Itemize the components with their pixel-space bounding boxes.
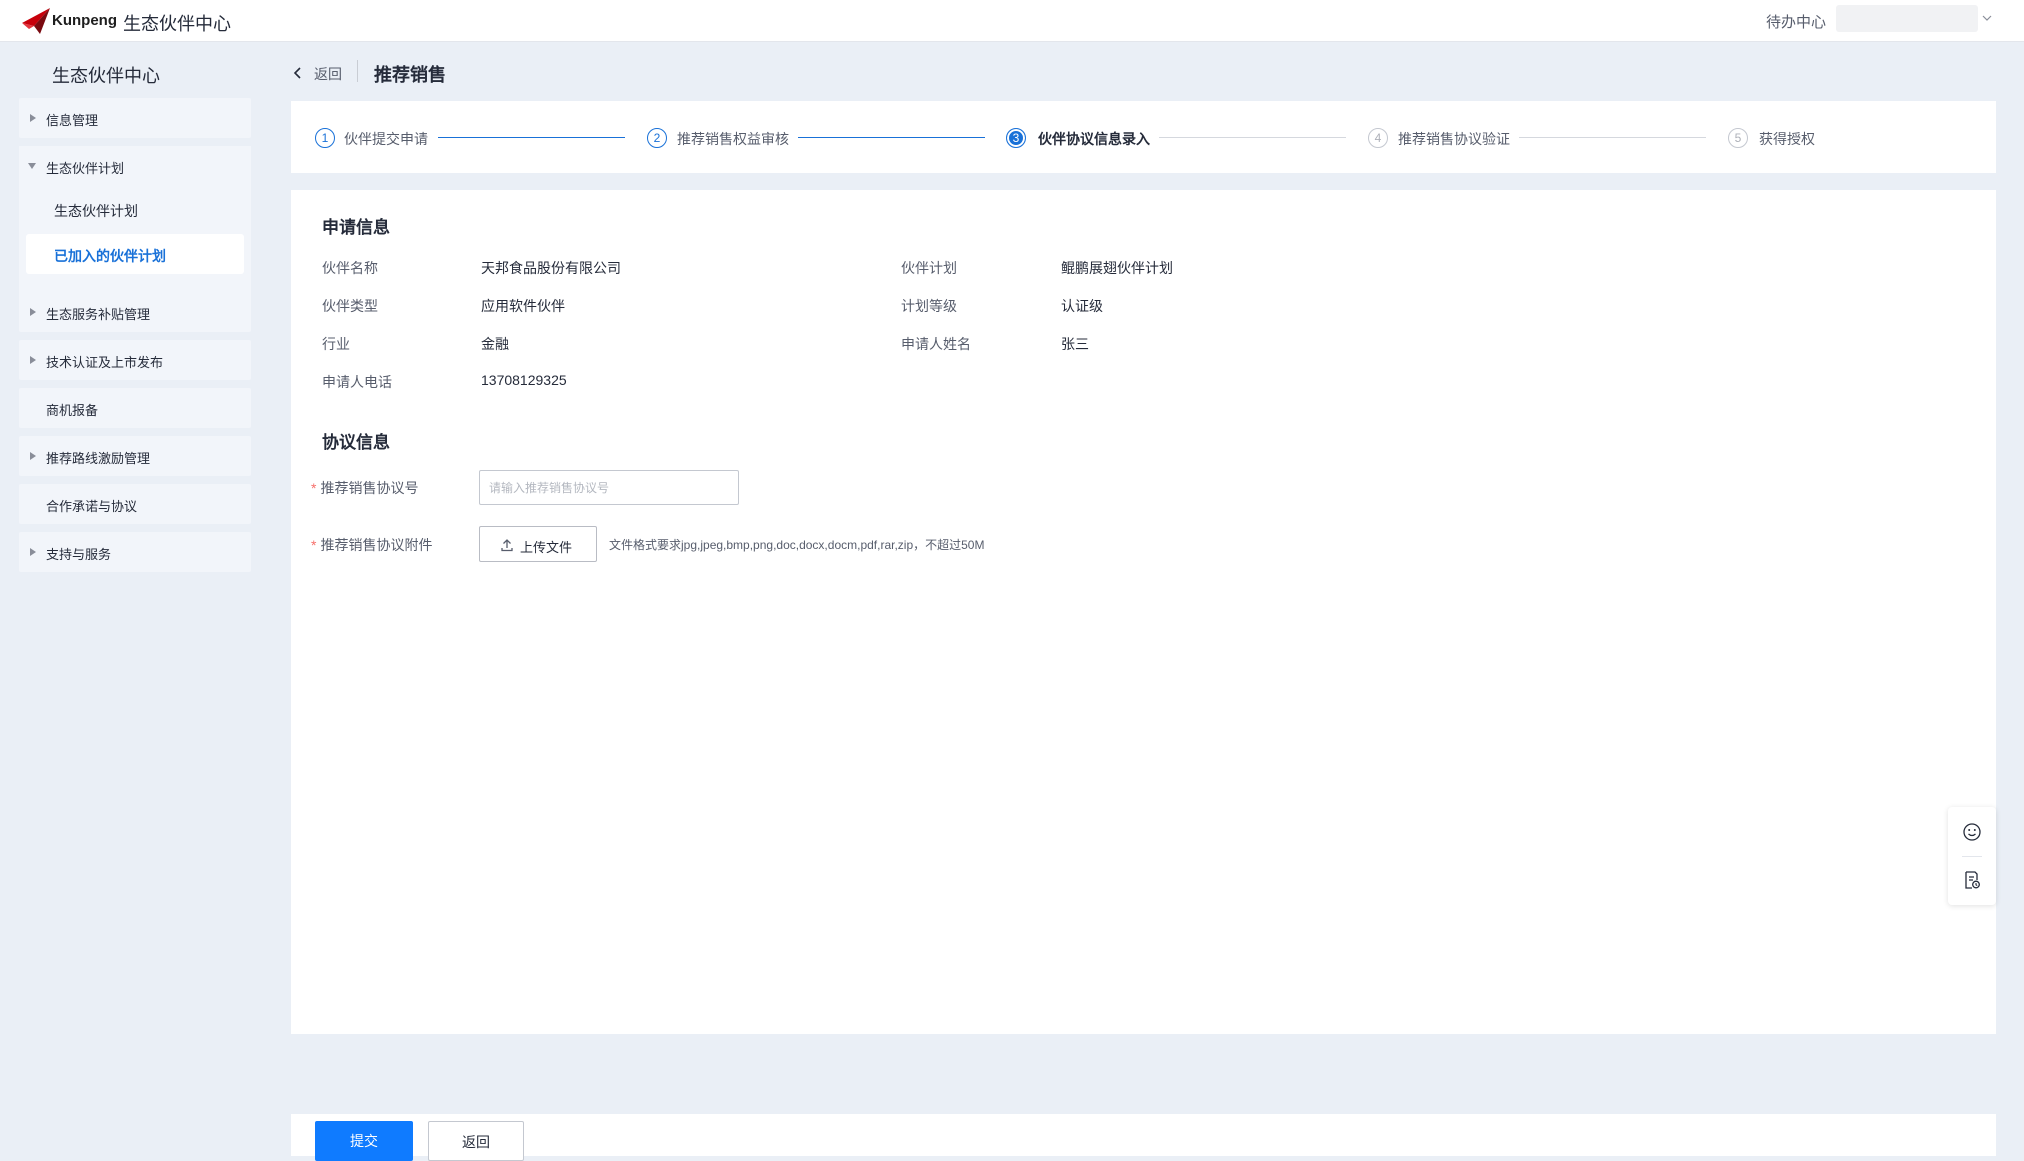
applicant-phone-label: 申请人电话 (322, 374, 392, 390)
applicant-phone-value: 13708129325 (481, 372, 567, 388)
sidebar-item-label: 推荐路线激励管理 (46, 451, 151, 466)
agreement-number-label: * 推荐销售协议号 (311, 478, 418, 498)
partner-name-label: 伙伴名称 (322, 260, 378, 276)
sidebar: 生态伙伴中心 信息管理 生态伙伴计划 生态伙伴计划 已加入的伙伴计划 生态服务补… (0, 42, 262, 1156)
main-form-card: 申请信息 伙伴名称 天邦食品股份有限公司 伙伴计划 鲲鹏展翅伙伴计划 伙伴类型 … (291, 190, 1996, 1034)
step-1-label: 伙伴提交申请 (344, 131, 428, 147)
sidebar-item-label: 信息管理 (46, 113, 99, 128)
upload-file-label: 上传文件 (520, 540, 573, 555)
feedback-form-icon[interactable] (1962, 870, 1982, 890)
step-3-label: 伙伴协议信息录入 (1038, 131, 1150, 147)
floating-panel-divider (1962, 856, 1982, 857)
kunpeng-logo-icon[interactable] (20, 6, 52, 36)
bottom-action-bar: 提交 返回 (291, 1114, 1996, 1161)
partner-plan-label: 伙伴计划 (901, 260, 957, 276)
step-connector (1159, 137, 1346, 138)
todo-center-link[interactable]: 待办中心 (1766, 11, 1826, 32)
step-5-label: 获得授权 (1759, 131, 1815, 147)
sidebar-item-label: 生态伙伴计划 (46, 161, 125, 176)
brand-name[interactable]: Kunpeng (52, 12, 117, 29)
sidebar-subitem-partner-plan[interactable]: 生态伙伴计划 (54, 201, 138, 221)
sidebar-item-label: 生态服务补贴管理 (46, 307, 151, 322)
step-connector (1519, 137, 1706, 138)
plan-level-value: 认证级 (1061, 298, 1103, 314)
submit-button-label: 提交 (350, 1133, 378, 1149)
caret-right-icon (30, 356, 36, 364)
step-5-circle: 5 (1728, 128, 1748, 148)
agreement-number-field[interactable] (479, 470, 739, 505)
chevron-left-icon[interactable] (292, 66, 304, 80)
sidebar-item-certification[interactable]: 技术认证及上市发布 (19, 340, 251, 380)
sidebar-item-info-management[interactable]: 信息管理 (19, 98, 251, 138)
caret-right-icon (30, 114, 36, 122)
partner-plan-value: 鲲鹏展翅伙伴计划 (1061, 260, 1173, 276)
applicant-name-label: 申请人姓名 (901, 336, 971, 352)
sidebar-item-support[interactable]: 支持与服务 (19, 532, 251, 572)
agreement-info-title: 协议信息 (322, 433, 390, 452)
required-mark: * (311, 537, 317, 553)
upload-file-button[interactable]: 上传文件 (479, 526, 597, 562)
sidebar-item-agreements[interactable]: 合作承诺与协议 (19, 484, 251, 524)
agreement-attachment-label: * 推荐销售协议附件 (311, 535, 432, 555)
plan-level-label: 计划等级 (901, 298, 957, 314)
sidebar-item-label: 合作承诺与协议 (46, 499, 138, 514)
caret-right-icon (30, 548, 36, 556)
step-connector (438, 137, 625, 138)
steps-card: 1 伙伴提交申请 2 推荐销售权益审核 3 伙伴协议信息录入 4 推荐销售协议验… (291, 101, 1996, 173)
sidebar-title: 生态伙伴中心 (52, 66, 160, 86)
step-4-label: 推荐销售协议验证 (1398, 131, 1510, 147)
application-info-title: 申请信息 (322, 218, 390, 237)
sidebar-item-subsidy-management[interactable]: 生态服务补贴管理 (19, 292, 251, 332)
step-1-circle: 1 (315, 128, 335, 148)
partner-type-label: 伙伴类型 (322, 298, 378, 314)
smiley-icon[interactable] (1962, 822, 1982, 842)
sidebar-item-partner-plan[interactable]: 生态伙伴计划 (19, 146, 251, 186)
header-divider (357, 60, 358, 82)
step-3-circle: 3 (1006, 128, 1026, 148)
step-2-circle: 2 (647, 128, 667, 148)
sidebar-item-label: 已加入的伙伴计划 (54, 248, 166, 264)
top-bar: Kunpeng 生态伙伴中心 待办中心 (0, 0, 2024, 42)
caret-right-icon (30, 452, 36, 460)
caret-right-icon (30, 308, 36, 316)
sidebar-item-label: 商机报备 (46, 403, 99, 418)
chevron-down-icon[interactable] (1981, 12, 1993, 24)
back-link[interactable]: 返回 (314, 64, 342, 84)
agreement-attachment-label-text: 推荐销售协议附件 (320, 537, 433, 553)
page-title: 推荐销售 (374, 65, 446, 85)
step-connector (798, 137, 985, 138)
submit-button[interactable]: 提交 (315, 1121, 413, 1161)
agreement-number-label-text: 推荐销售协议号 (320, 480, 419, 496)
upload-hint: 文件格式要求jpg,jpeg,bmp,png,doc,docx,docm,pdf… (609, 538, 985, 552)
partner-name-value: 天邦食品股份有限公司 (481, 260, 621, 276)
sidebar-item-opportunity-report[interactable]: 商机报备 (19, 388, 251, 428)
upload-icon (501, 539, 513, 552)
back-button-label: 返回 (462, 1134, 490, 1150)
app-title[interactable]: 生态伙伴中心 (123, 10, 231, 36)
sidebar-item-label: 技术认证及上市发布 (46, 355, 164, 370)
agreement-number-input[interactable] (480, 471, 738, 504)
applicant-name-value: 张三 (1061, 336, 1089, 352)
step-2-label: 推荐销售权益审核 (677, 131, 789, 147)
industry-value: 金融 (481, 336, 509, 352)
floating-tools-panel (1948, 807, 1996, 905)
industry-label: 行业 (322, 336, 350, 352)
sidebar-subitem-joined-plans[interactable]: 已加入的伙伴计划 (26, 234, 244, 274)
step-4-circle: 4 (1368, 128, 1388, 148)
sidebar-item-label: 支持与服务 (46, 547, 112, 562)
caret-down-icon (28, 163, 36, 169)
partner-type-value: 应用软件伙伴 (481, 298, 565, 314)
back-button[interactable]: 返回 (428, 1121, 524, 1161)
user-menu[interactable] (1836, 5, 1978, 32)
required-mark: * (311, 480, 317, 496)
sidebar-item-incentive-management[interactable]: 推荐路线激励管理 (19, 436, 251, 476)
